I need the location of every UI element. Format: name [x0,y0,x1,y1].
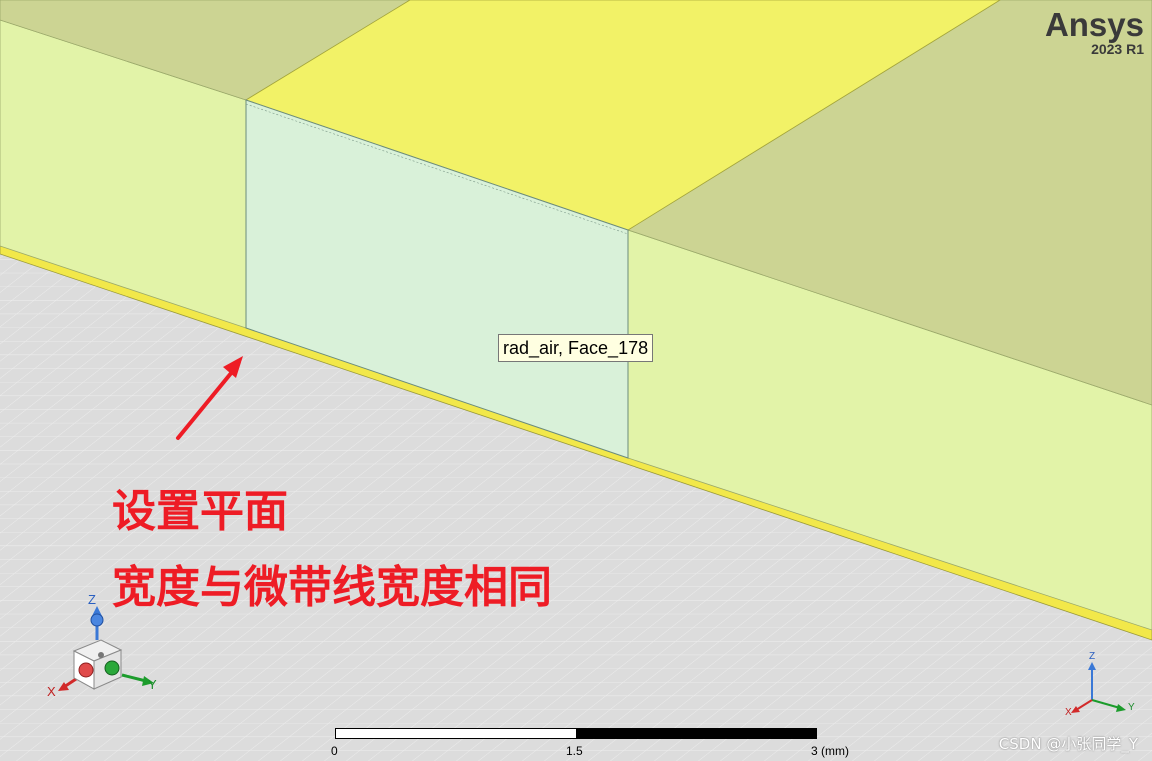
model-scene[interactable] [0,0,1152,761]
scale-bar [335,728,817,739]
mini-triad-label-z: Z [1089,651,1096,662]
watermark: CSDN @小张同学_Y [998,735,1138,753]
triad-label-z: Z [88,592,96,607]
scale-label-mid: 1.5 [566,744,583,758]
scale-label-0: 0 [331,744,338,758]
3d-viewport[interactable]: Ansys 2023 R1 rad_air, Face_178 设置平面 宽度与… [0,0,1152,761]
scale-bar-black-segment [576,728,817,739]
face-tooltip: rad_air, Face_178 [498,334,654,362]
ansys-logo: Ansys 2023 R1 [1045,8,1144,56]
triad-label-y: Y [148,677,157,692]
mini-triad-label-x: X [1065,707,1072,718]
annotation-line-1: 设置平面 [112,486,288,537]
brand-name: Ansys [1044,6,1144,43]
scale-bar-white-segment [335,728,578,739]
brand-version: 2023 R1 [1091,41,1144,57]
mini-triad-label-y: Y [1128,702,1135,713]
triad-label-x: X [47,684,56,699]
scale-label-end: 3 (mm) [811,744,849,758]
annotation-line-2: 宽度与微带线宽度相同 [112,562,552,613]
